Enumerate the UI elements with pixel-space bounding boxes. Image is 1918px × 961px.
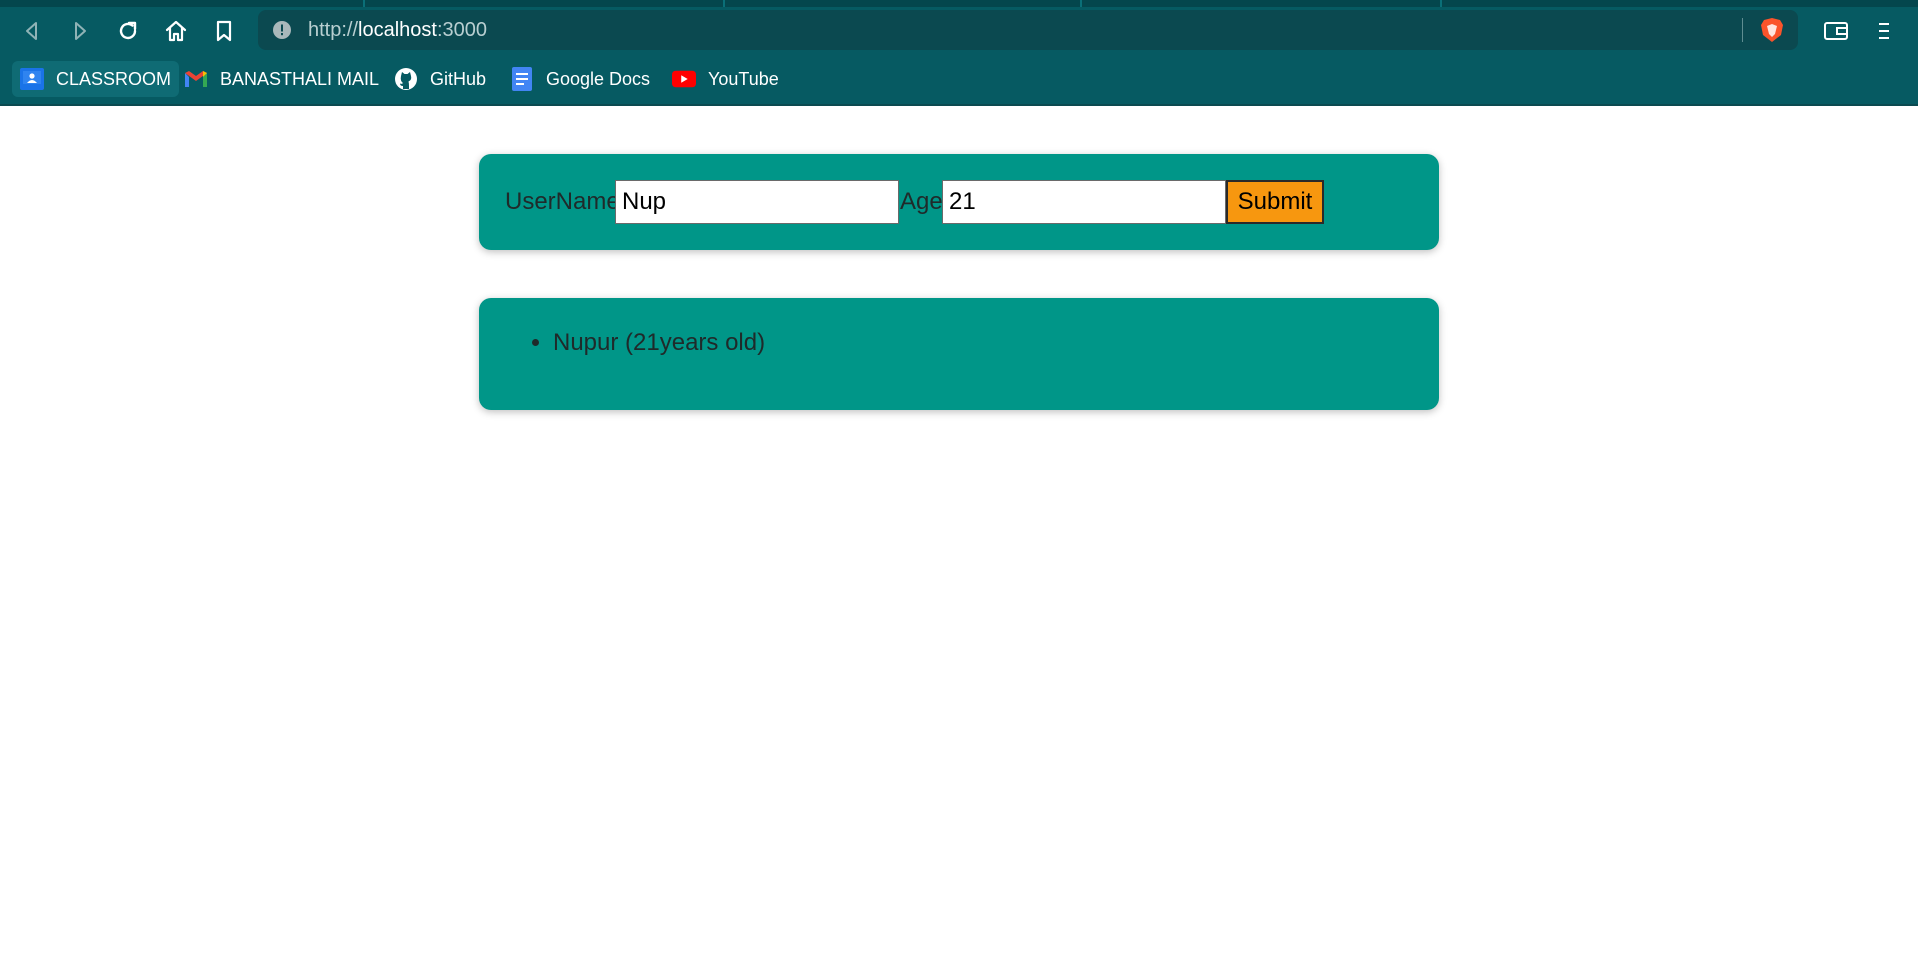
forward-button[interactable] [62, 13, 98, 49]
tab-separator [1080, 0, 1082, 7]
bookmark-button[interactable] [206, 13, 242, 49]
menu-button[interactable] [1866, 13, 1902, 49]
tab-strip [0, 0, 1918, 7]
age-input[interactable]: 21 [942, 180, 1226, 224]
classroom-icon [20, 67, 44, 91]
tab-separator [1440, 0, 1442, 7]
url-text[interactable]: http://localhost:3000 [308, 19, 487, 42]
bookmark-label: GitHub [430, 68, 487, 89]
home-icon [165, 20, 187, 42]
gmail-icon [184, 67, 208, 91]
url-host: localhost [358, 19, 437, 41]
forward-icon [75, 22, 86, 40]
submit-button[interactable]: Submit [1226, 180, 1324, 224]
brave-shields-icon[interactable] [1758, 16, 1786, 44]
bookmark-label: CLASSROOM [56, 68, 172, 89]
user-form-card: UserName Nup Age 21 Submit [479, 154, 1439, 250]
url-port: :3000 [436, 19, 488, 41]
user-list: Nupur (21years old) [479, 328, 765, 358]
bookmark-label: Google Docs [546, 68, 651, 89]
url-divider [1742, 18, 1743, 42]
bookmarks-bar: CLASSROOM BANASTHALI MAIL GitHub Google … [0, 57, 1918, 105]
wallet-button[interactable] [1818, 13, 1854, 49]
reload-icon [119, 21, 137, 40]
bookmark-label: BANASTHALI MAIL [220, 68, 380, 89]
wallet-icon [1824, 22, 1848, 40]
back-button[interactable] [14, 13, 50, 49]
bookmark-banasthali-mail[interactable]: BANASTHALI MAIL [176, 61, 387, 97]
home-button[interactable] [158, 13, 194, 49]
bookmark-youtube[interactable]: YouTube [664, 61, 787, 97]
username-label: UserName [505, 188, 620, 215]
age-label: Age [900, 188, 943, 215]
hamburger-menu-icon [1879, 23, 1889, 39]
tab-separator [723, 0, 725, 7]
google-docs-icon [510, 67, 534, 91]
navigation-row: http://localhost:3000 [0, 7, 1918, 57]
tab-separator [363, 0, 365, 7]
username-input[interactable]: Nup [615, 180, 899, 224]
bookmark-classroom[interactable]: CLASSROOM [12, 61, 180, 97]
user-list-card: Nupur (21years old) [479, 298, 1439, 410]
bookmark-github[interactable]: GitHub [386, 61, 494, 97]
browser-toolbar: http://localhost:3000 CLASSROOM BANASTHA… [0, 0, 1918, 106]
url-scheme: http:// [308, 19, 359, 41]
youtube-icon [672, 67, 696, 91]
address-bar[interactable]: http://localhost:3000 [258, 10, 1798, 50]
back-icon [26, 22, 37, 40]
reload-button[interactable] [110, 13, 146, 49]
github-icon [394, 67, 418, 91]
list-item: Nupur (21years old) [553, 328, 765, 358]
bookmark-label: YouTube [708, 68, 779, 89]
site-info-icon[interactable] [272, 20, 292, 40]
bookmark-google-docs[interactable]: Google Docs [502, 61, 658, 97]
bookmark-icon [216, 20, 232, 42]
